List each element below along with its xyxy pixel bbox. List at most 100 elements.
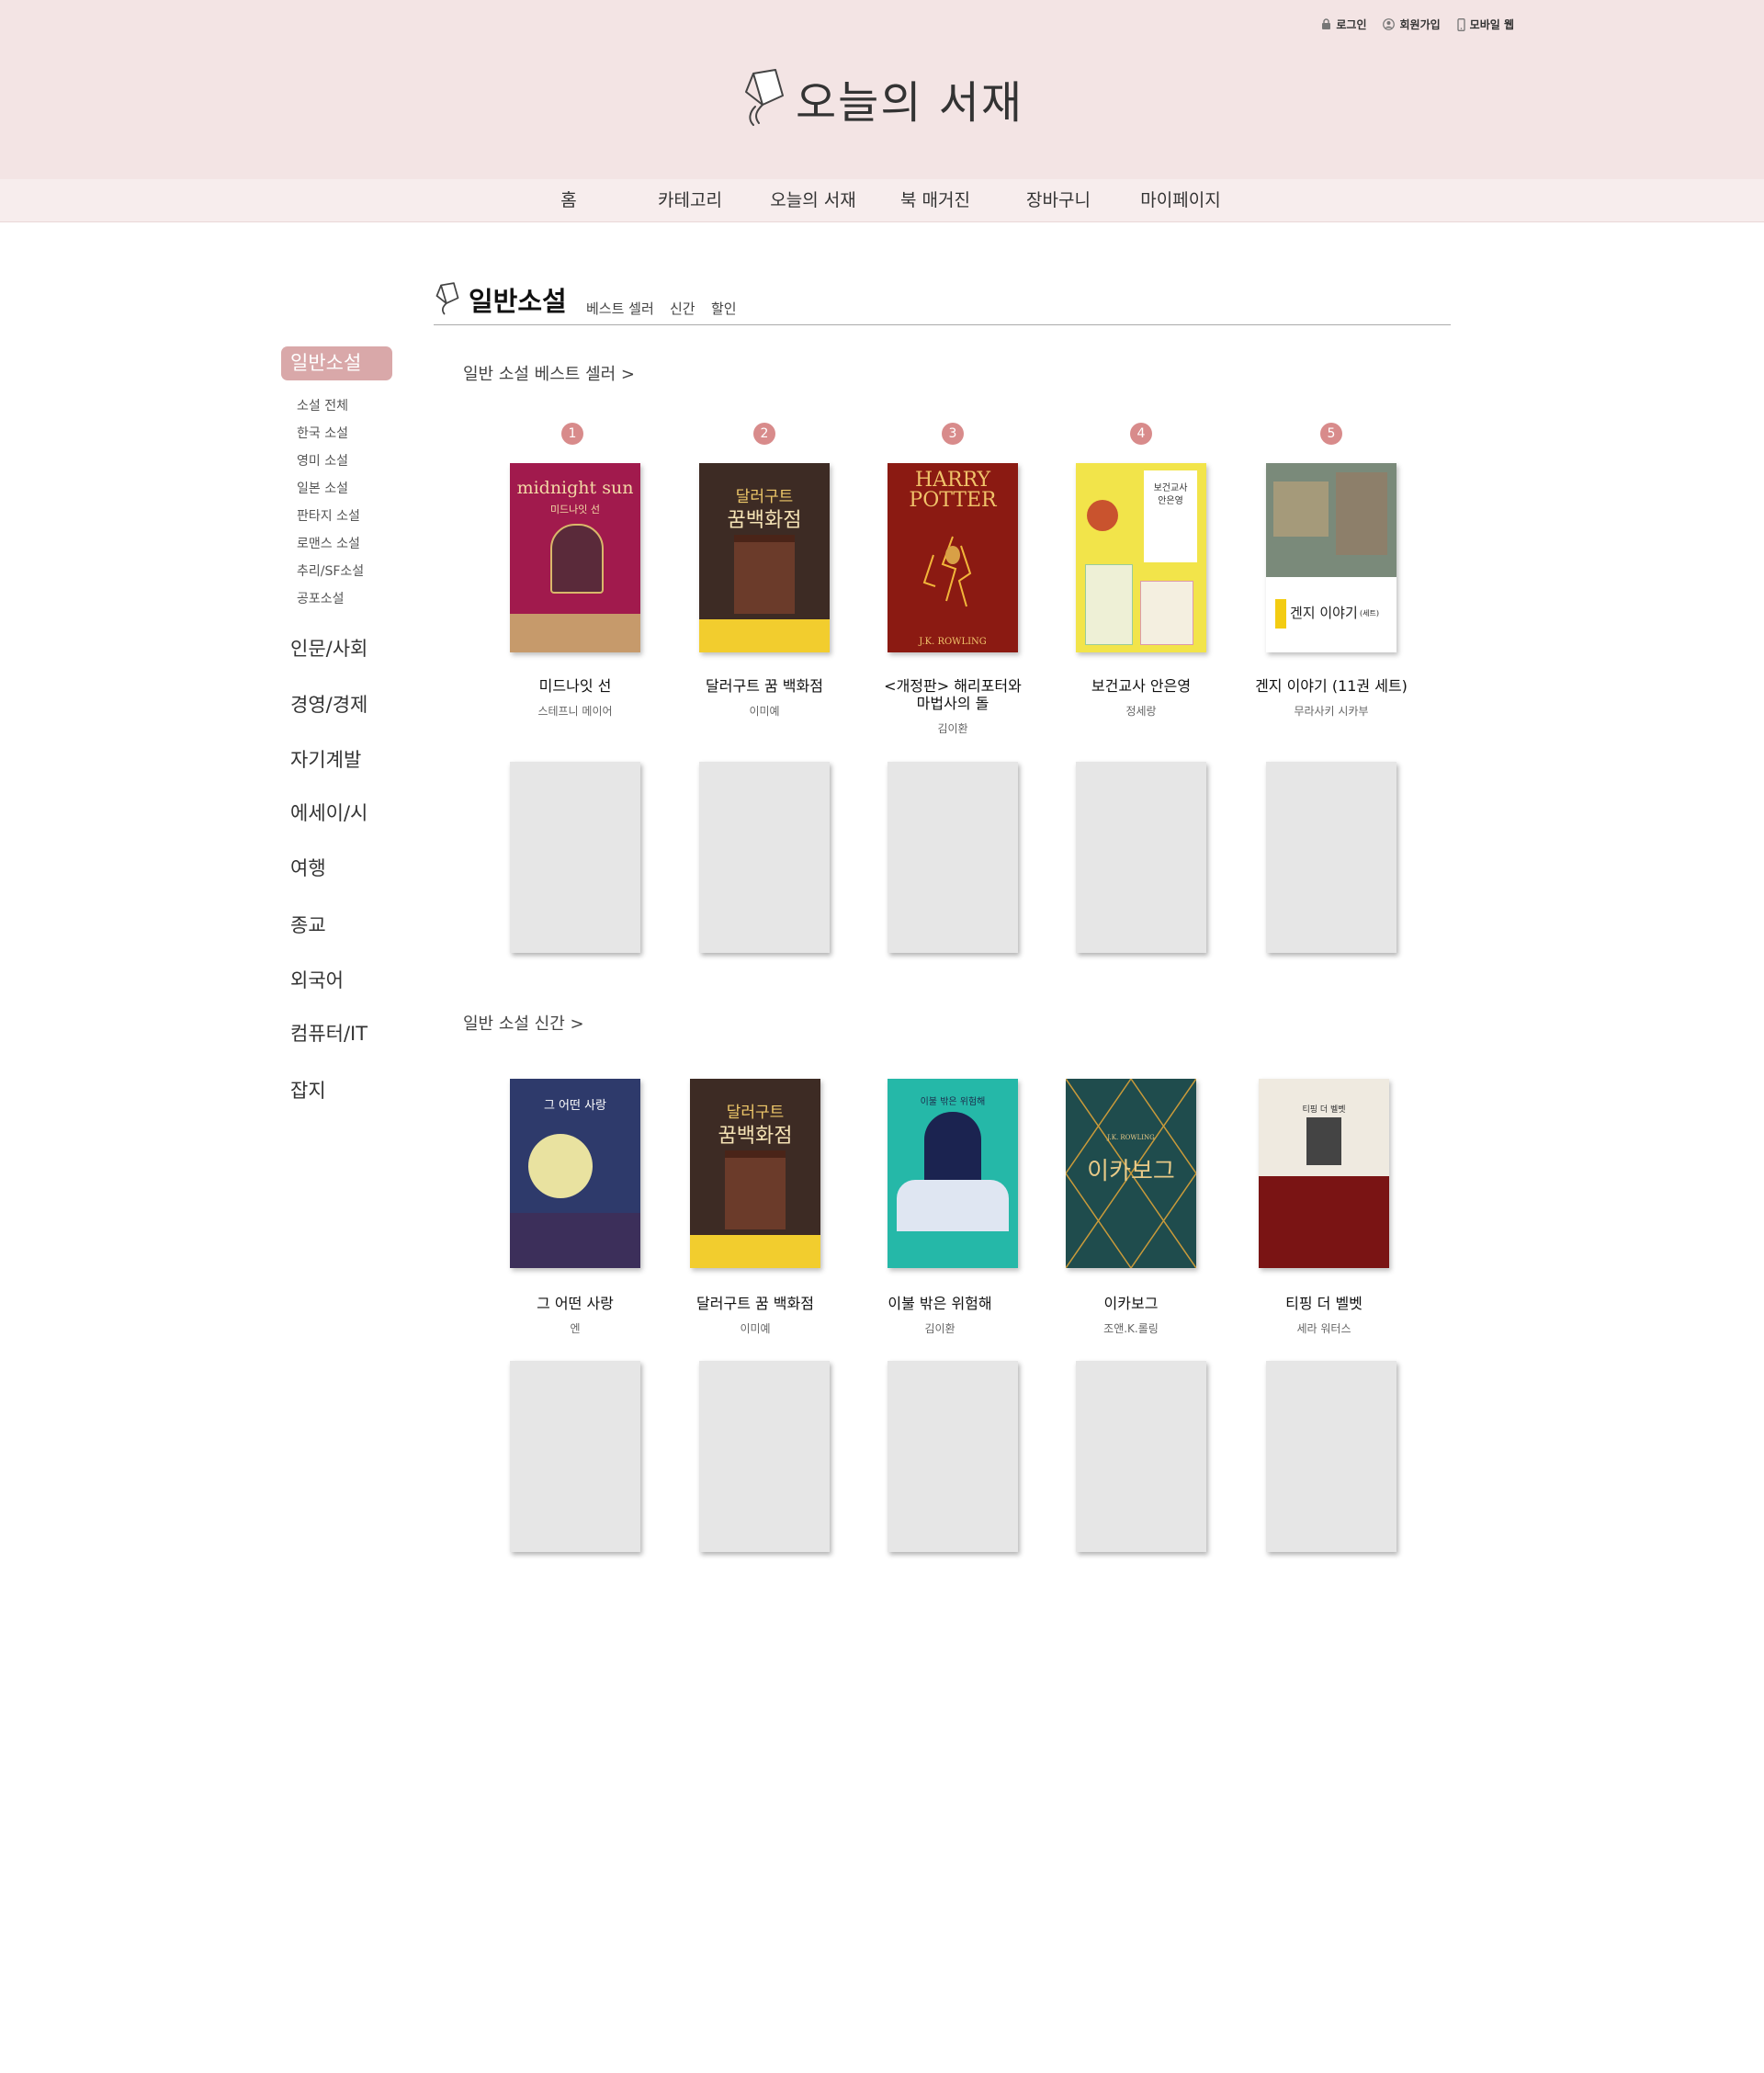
book-cover[interactable]: 보건교사 안은영 bbox=[1076, 463, 1206, 652]
sidebar-item-religion[interactable]: 종교 bbox=[290, 911, 326, 938]
cover-owl-art bbox=[922, 536, 972, 607]
book-placeholder bbox=[1266, 762, 1396, 953]
cover-subtitle: (세트) bbox=[1360, 609, 1379, 617]
login-label: 로그인 bbox=[1336, 18, 1367, 31]
cover-title: 그 어떤 사랑 bbox=[543, 1099, 607, 1113]
cover-subtitle: 안은영 bbox=[1158, 496, 1183, 506]
book-placeholder bbox=[1076, 1361, 1206, 1552]
book-author: 정세랑 bbox=[1125, 705, 1157, 718]
mobile-icon bbox=[1457, 17, 1465, 31]
cover-band bbox=[510, 614, 640, 652]
signup-link[interactable]: 회원가입 bbox=[1383, 17, 1441, 32]
book-cover[interactable]: 티핑 더 벨벳 bbox=[1259, 1079, 1389, 1268]
cover-milk-carton bbox=[1140, 581, 1193, 645]
cover-velvet bbox=[1259, 1176, 1389, 1268]
book-cover[interactable]: 달러구트 꿈백화점 bbox=[690, 1079, 820, 1268]
book-title[interactable]: 티핑 더 벨벳 bbox=[1232, 1295, 1416, 1312]
book-title[interactable]: 달러구트 꿈 백화점 bbox=[663, 1295, 847, 1312]
book-placeholder bbox=[699, 1361, 830, 1552]
sidebar-item-travel[interactable]: 여행 bbox=[290, 854, 326, 881]
book-author: 엔 bbox=[570, 1322, 581, 1335]
cover-title: HARRY POTTER bbox=[909, 469, 997, 512]
book-cover[interactable]: J.K. ROWLING 이카보그 bbox=[1066, 1079, 1196, 1268]
sidebar-item-general-fiction[interactable]: 일반소설 bbox=[281, 346, 392, 380]
book-placeholder bbox=[888, 1361, 1018, 1552]
logo-text: 오늘의 서재 bbox=[796, 77, 1024, 129]
sidebar-item-foreign-language[interactable]: 외국어 bbox=[290, 966, 344, 993]
bestseller-row-title[interactable]: 일반 소설 베스트 셀러 > bbox=[463, 361, 635, 385]
nav-cart[interactable]: 장바구니 bbox=[1026, 179, 1091, 221]
sidebar-item-computer-it[interactable]: 컴퓨터/IT bbox=[290, 1019, 368, 1047]
subcategory-english[interactable]: 영미 소설 bbox=[297, 447, 401, 475]
cover-band bbox=[699, 619, 830, 652]
nav-book-magazine[interactable]: 북 매거진 bbox=[900, 179, 970, 221]
sidebar-item-humanities[interactable]: 인문/사회 bbox=[290, 634, 368, 662]
cover-band bbox=[690, 1235, 820, 1268]
book-placeholder bbox=[888, 762, 1018, 953]
login-link[interactable]: 로그인 bbox=[1321, 17, 1366, 32]
rank-badge: 1 bbox=[561, 423, 583, 445]
book-author: 이미예 bbox=[749, 705, 780, 718]
subcategory-mystery-sf[interactable]: 추리/SF소설 bbox=[297, 558, 401, 585]
book-title[interactable]: 미드나잇 선 bbox=[483, 677, 667, 695]
sidebar-item-self-help[interactable]: 자기계발 bbox=[290, 745, 361, 773]
cover-title: 이카보그 bbox=[1087, 1158, 1175, 1185]
cover-portrait bbox=[1306, 1117, 1341, 1165]
book-author: 스테프니 메이어 bbox=[537, 705, 613, 718]
subcategory-japanese[interactable]: 일본 소설 bbox=[297, 475, 401, 503]
cover-subtitle: J.K. ROWLING bbox=[1107, 1134, 1155, 1141]
book-title[interactable]: 겐지 이야기 (11권 세트) bbox=[1239, 677, 1423, 695]
tab-new[interactable]: 신간 bbox=[670, 299, 695, 318]
section-title: 일반소설 bbox=[469, 286, 567, 317]
book-placeholder bbox=[510, 1361, 640, 1552]
subcategory-romance[interactable]: 로맨스 소설 bbox=[297, 530, 401, 558]
sidebar-item-magazine[interactable]: 잡지 bbox=[290, 1076, 326, 1104]
cover-subtitle: 꿈백화점 bbox=[718, 1125, 793, 1148]
site-logo[interactable]: 오늘의 서재 bbox=[741, 66, 1023, 130]
rank-badge: 5 bbox=[1320, 423, 1342, 445]
book-cover[interactable]: 겐지 이야기 (세트) bbox=[1266, 463, 1396, 652]
sidebar-item-business[interactable]: 경영/경제 bbox=[290, 690, 368, 718]
cover-subtitle: J.K. ROWLING bbox=[919, 637, 987, 647]
subcategory-korean[interactable]: 한국 소설 bbox=[297, 420, 401, 447]
cover-subtitle: 꿈백화점 bbox=[727, 509, 802, 532]
subcategory-all-fiction[interactable]: 소설 전체 bbox=[297, 392, 401, 420]
book-title[interactable]: 이불 밖은 위험해 bbox=[848, 1295, 1032, 1312]
subcategory-fantasy[interactable]: 판타지 소설 bbox=[297, 503, 401, 530]
book-cover[interactable]: 이불 밖은 위험해 bbox=[888, 1079, 1018, 1268]
signup-label: 회원가입 bbox=[1399, 18, 1441, 31]
book-cover[interactable]: HARRY POTTER J.K. ROWLING bbox=[888, 463, 1018, 652]
cover-painting bbox=[1266, 463, 1396, 577]
mobile-web-link[interactable]: 모바일 웹 bbox=[1457, 17, 1514, 32]
lock-icon bbox=[1322, 18, 1331, 29]
book-cover[interactable]: midnight sun 미드나잇 선 bbox=[510, 463, 640, 652]
book-logo-icon bbox=[745, 69, 784, 126]
cover-blanket bbox=[897, 1180, 1009, 1231]
book-title[interactable]: 달러구트 꿈 백화점 bbox=[673, 677, 856, 695]
book-title[interactable]: 그 어떤 사랑 bbox=[483, 1295, 667, 1312]
new-releases-row-title[interactable]: 일반 소설 신간 > bbox=[463, 1011, 584, 1035]
nav-home[interactable]: 홈 bbox=[560, 179, 576, 221]
book-cover[interactable]: 그 어떤 사랑 bbox=[510, 1079, 640, 1268]
category-sidebar: 일반소설 소설 전체 한국 소설 영미 소설 일본 소설 판타지 소설 로맨스 … bbox=[281, 346, 401, 1102]
cover-milk-carton bbox=[1085, 564, 1133, 645]
tab-bestseller[interactable]: 베스트 셀러 bbox=[586, 299, 654, 318]
book-author: 조앤.K.롤링 bbox=[1103, 1322, 1159, 1335]
tab-discount[interactable]: 할인 bbox=[711, 299, 737, 318]
subcategory-horror[interactable]: 공포소설 bbox=[297, 585, 401, 613]
book-placeholder bbox=[510, 762, 640, 953]
site-header: 로그인 회원가입 모바일 웹 오늘의 서재 bbox=[0, 0, 1764, 179]
sidebar-item-essay-poetry[interactable]: 에세이/시 bbox=[290, 799, 368, 826]
cover-subtitle: 미드나잇 선 bbox=[549, 504, 601, 515]
cover-title: midnight sun bbox=[516, 478, 634, 498]
cover-title: 이불 밖은 위험해 bbox=[920, 1097, 986, 1107]
nav-mypage[interactable]: 마이페이지 bbox=[1140, 179, 1220, 221]
book-title[interactable]: <개정판> 해리포터와 마법사의 돌 bbox=[879, 677, 1026, 712]
nav-todays-library[interactable]: 오늘의 서재 bbox=[770, 179, 855, 221]
book-title[interactable]: 이카보그 bbox=[1039, 1295, 1223, 1312]
book-title[interactable]: 보건교사 안은영 bbox=[1049, 677, 1233, 695]
book-cover[interactable]: 달러구트 꿈백화점 bbox=[699, 463, 830, 652]
nav-category[interactable]: 카테고리 bbox=[658, 179, 722, 221]
rank-badge: 2 bbox=[753, 423, 775, 445]
cover-mask bbox=[1087, 500, 1118, 531]
